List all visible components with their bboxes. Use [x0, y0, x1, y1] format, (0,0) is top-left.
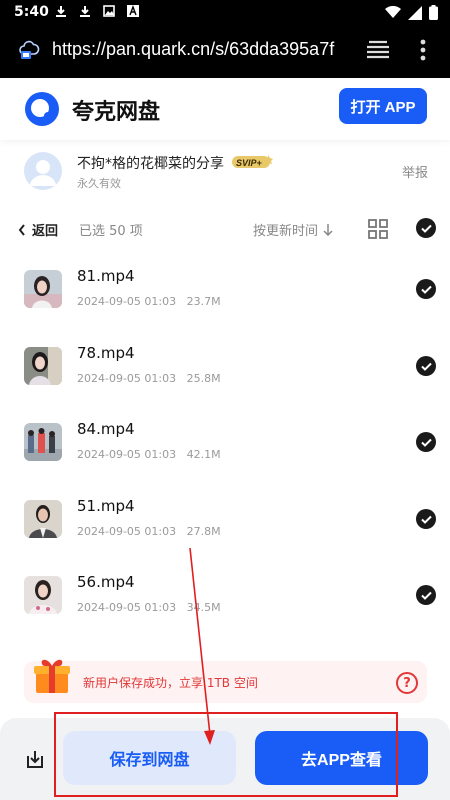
app-header: 夸克网盘 打开 APP	[0, 78, 450, 140]
save-to-drive-button[interactable]: 保存到网盘	[63, 731, 236, 785]
help-icon[interactable]: ?	[396, 672, 418, 694]
file-date: 2024-09-05 01:03	[77, 448, 177, 461]
image-icon	[103, 5, 115, 17]
file-row[interactable]: 78.mp4 2024-09-05 01:03 25.8M	[0, 344, 450, 423]
avatar	[24, 152, 62, 190]
video-thumbnail	[24, 347, 62, 385]
back-button[interactable]: 返回	[18, 220, 58, 239]
promo-text: 新用户保存成功，立享 1TB 空间	[83, 676, 258, 690]
sharer-name: 不拘*格的花椰菜的分享	[77, 156, 224, 172]
cloud-site-icon[interactable]	[18, 39, 40, 61]
quark-logo-icon	[25, 92, 59, 126]
file-toolbar: 返回 已选 50 项 按更新时间	[0, 208, 450, 250]
file-size: 42.1M	[186, 448, 221, 461]
arrow-down-icon	[323, 223, 333, 236]
open-app-button[interactable]: 打开 APP	[339, 88, 427, 124]
file-checkbox[interactable]	[416, 356, 436, 376]
file-row[interactable]: 81.mp4 2024-09-05 01:03 23.7M	[0, 267, 450, 346]
grid-view-icon[interactable]	[367, 218, 389, 240]
text-a-icon	[127, 5, 139, 17]
file-meta: 2024-09-05 01:03 27.8M	[77, 525, 221, 538]
file-name: 84.mp4	[77, 420, 135, 438]
selected-count: 已选 50 项	[79, 224, 143, 239]
tabs-icon[interactable]	[366, 39, 390, 59]
download-icon	[80, 6, 90, 17]
check-icon	[420, 515, 432, 524]
video-thumbnail	[24, 500, 62, 538]
report-link[interactable]: 举报	[402, 162, 428, 181]
chevron-left-icon	[18, 223, 25, 236]
file-meta: 2024-09-05 01:03 42.1M	[77, 448, 221, 461]
download-icon	[56, 6, 66, 17]
check-icon	[420, 224, 432, 233]
address-bar-url[interactable]: https://pan.quark.cn/s/63dda395a7f	[52, 39, 334, 60]
more-menu-icon[interactable]	[420, 38, 426, 62]
file-row[interactable]: 56.mp4 2024-09-05 01:03 34.5M	[0, 573, 450, 652]
file-date: 2024-09-05 01:03	[77, 295, 177, 308]
file-date: 2024-09-05 01:03	[77, 372, 177, 385]
video-thumbnail	[24, 270, 62, 308]
file-checkbox[interactable]	[416, 585, 436, 605]
video-thumbnail	[24, 423, 62, 461]
sharer-info: 不拘*格的花椰菜的分享 SVIP+ 永久有效 举报	[0, 140, 450, 204]
file-size: 27.8M	[186, 525, 221, 538]
bottom-action-bar: 保存到网盘 去APP查看	[0, 718, 450, 800]
promo-banner[interactable]: 新用户保存成功，立享 1TB 空间 ?	[24, 659, 427, 703]
file-checkbox[interactable]	[416, 509, 436, 529]
wifi-icon	[385, 6, 401, 18]
check-icon	[420, 285, 432, 294]
validity-text: 永久有效	[77, 177, 121, 190]
browser-bar: https://pan.quark.cn/s/63dda395a7f	[0, 24, 450, 78]
download-icon[interactable]	[24, 748, 46, 770]
file-name: 78.mp4	[77, 344, 135, 362]
check-icon	[420, 438, 432, 447]
file-checkbox[interactable]	[416, 279, 436, 299]
file-name: 51.mp4	[77, 497, 135, 515]
video-thumbnail	[24, 576, 62, 614]
file-row[interactable]: 51.mp4 2024-09-05 01:03 27.8M	[0, 497, 450, 576]
page: 5:40 https://pan.quark.cn/s/63dda395a7f	[0, 0, 450, 800]
sort-label: 按更新时间	[253, 224, 319, 239]
status-bar: 5:40	[0, 0, 450, 24]
status-time: 5:40	[14, 4, 49, 20]
user-icon	[30, 160, 56, 186]
file-size: 23.7M	[186, 295, 221, 308]
notification-icons	[55, 5, 139, 18]
view-in-app-button[interactable]: 去APP查看	[255, 731, 428, 785]
app-title: 夸克网盘	[72, 100, 161, 125]
file-meta: 2024-09-05 01:03 23.7M	[77, 295, 221, 308]
battery-icon	[429, 5, 438, 20]
signal-icon	[408, 5, 422, 20]
file-date: 2024-09-05 01:03	[77, 525, 177, 538]
file-name: 81.mp4	[77, 267, 135, 285]
gift-icon	[34, 659, 70, 693]
file-size: 25.8M	[186, 372, 221, 385]
svip-badge: SVIP+	[232, 155, 273, 168]
sort-button[interactable]: 按更新时间	[253, 220, 334, 239]
svip-badge-text: SVIP+	[236, 158, 263, 168]
system-icons	[385, 5, 438, 20]
file-meta: 2024-09-05 01:03 25.8M	[77, 372, 221, 385]
file-row[interactable]: 84.mp4 2024-09-05 01:03 42.1M	[0, 420, 450, 499]
file-checkbox[interactable]	[416, 432, 436, 452]
check-icon	[420, 362, 432, 371]
back-label: 返回	[32, 224, 59, 239]
file-date: 2024-09-05 01:03	[77, 601, 177, 614]
file-name: 56.mp4	[77, 573, 135, 591]
select-all-checkbox[interactable]	[416, 218, 436, 238]
check-icon	[420, 591, 432, 600]
file-meta: 2024-09-05 01:03 34.5M	[77, 601, 221, 614]
file-size: 34.5M	[186, 601, 221, 614]
